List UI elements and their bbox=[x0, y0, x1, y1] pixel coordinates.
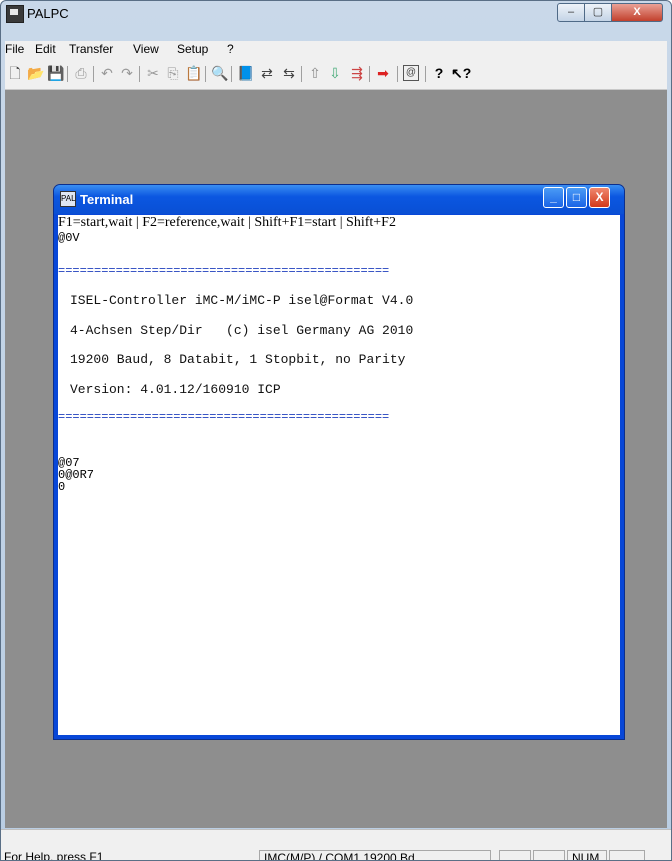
new-icon[interactable]: 🗋 bbox=[7, 65, 23, 81]
minimize-button[interactable]: – bbox=[557, 3, 585, 22]
terminal-close-button[interactable]: X bbox=[589, 187, 610, 208]
menu-view[interactable]: View bbox=[133, 42, 159, 56]
terminal-icon[interactable]: @ bbox=[403, 65, 419, 81]
status-connection: IMC(M/P) / COM1 19200 Bd bbox=[259, 850, 491, 860]
status-panel-empty bbox=[609, 850, 645, 860]
terminal-rule: ========================================… bbox=[58, 410, 390, 424]
terminal-title-bar[interactable]: PAL Terminal _ □ X bbox=[54, 185, 624, 214]
menu-setup[interactable]: Setup bbox=[177, 42, 208, 56]
toolbar: 🗋 📂 💾 ⎙ ↶ ↷ ✂ ⎘ 📋 🔍 📘 ⇄ ⇆ ⇧ ⇩ ⇶ ➡ @ ? ↖? bbox=[5, 59, 667, 90]
main-window: PALPC – ▢ X File Edit Transfer View Setu… bbox=[0, 0, 672, 861]
connect-icon[interactable]: ⇄ bbox=[259, 65, 275, 81]
print-icon[interactable]: ⎙ bbox=[73, 65, 89, 81]
terminal-line: 0 bbox=[58, 480, 66, 494]
send-icon[interactable]: ⇶ bbox=[349, 65, 365, 81]
terminal-window-icon[interactable]: PAL bbox=[60, 191, 76, 207]
status-num-lock: NUM bbox=[567, 850, 607, 860]
toolbar-separator bbox=[205, 66, 206, 82]
toolbar-separator bbox=[139, 66, 140, 82]
menu-edit[interactable]: Edit bbox=[35, 42, 56, 56]
terminal-info-line: ISEL-Controller iMC-M/iMC-P isel@Format … bbox=[70, 293, 414, 308]
help-book-icon[interactable]: 📘 bbox=[237, 65, 254, 81]
close-button[interactable]: X bbox=[611, 3, 663, 22]
transfer-icon[interactable]: ⇆ bbox=[281, 65, 297, 81]
toolbar-separator bbox=[301, 66, 302, 82]
menu-help[interactable]: ? bbox=[227, 42, 234, 56]
download-icon[interactable]: ⇩ bbox=[327, 65, 343, 81]
terminal-window[interactable]: PAL Terminal _ □ X F1=start,wait | F2=re… bbox=[53, 184, 625, 740]
help-icon[interactable]: ? bbox=[431, 65, 447, 81]
toolbar-separator bbox=[369, 66, 370, 82]
arrow-icon[interactable]: ➡ bbox=[375, 65, 391, 81]
toolbar-separator bbox=[67, 66, 68, 82]
terminal-rule: ========================================… bbox=[58, 264, 390, 278]
toolbar-separator bbox=[397, 66, 398, 82]
terminal-info-line: 19200 Baud, 8 Databit, 1 Stopbit, no Par… bbox=[70, 352, 406, 367]
app-title: PALPC bbox=[27, 6, 69, 21]
status-panel-empty bbox=[533, 850, 565, 860]
status-panel-empty bbox=[499, 850, 531, 860]
find-icon[interactable]: 🔍 bbox=[211, 65, 228, 81]
terminal-info-line: Version: 4.01.12/160910 ICP bbox=[70, 382, 281, 397]
paste-icon[interactable]: 📋 bbox=[185, 65, 202, 81]
terminal-line: @0V bbox=[58, 231, 80, 245]
terminal-info-line: 4-Achsen Step/Dir (c) isel Germany AG 20… bbox=[70, 323, 414, 338]
title-bar[interactable]: PALPC – ▢ X bbox=[1, 1, 671, 37]
undo-icon[interactable]: ↶ bbox=[99, 65, 115, 81]
save-icon[interactable]: 💾 bbox=[47, 65, 64, 81]
status-help-text: For Help, press F1 bbox=[4, 850, 104, 861]
toolbar-separator bbox=[93, 66, 94, 82]
open-icon[interactable]: 📂 bbox=[27, 65, 44, 81]
terminal-output[interactable]: F1=start,wait | F2=reference,wait | Shif… bbox=[58, 215, 620, 735]
terminal-title: Terminal bbox=[80, 192, 134, 207]
menu-file[interactable]: File bbox=[5, 42, 24, 56]
toolbar-separator bbox=[425, 66, 426, 82]
cut-icon[interactable]: ✂ bbox=[145, 65, 161, 81]
redo-icon[interactable]: ↷ bbox=[119, 65, 135, 81]
maximize-button[interactable]: ▢ bbox=[584, 3, 612, 22]
status-bar: For Help, press F1 IMC(M/P) / COM1 19200… bbox=[1, 829, 671, 861]
menu-bar: File Edit Transfer View Setup ? bbox=[5, 41, 667, 59]
toolbar-separator bbox=[231, 66, 232, 82]
terminal-maximize-button[interactable]: □ bbox=[566, 187, 587, 208]
terminal-shortcut-header: F1=start,wait | F2=reference,wait | Shif… bbox=[58, 215, 396, 230]
menu-transfer[interactable]: Transfer bbox=[69, 42, 113, 56]
context-help-icon[interactable]: ↖? bbox=[451, 65, 471, 81]
app-icon[interactable] bbox=[6, 5, 24, 23]
terminal-minimize-button[interactable]: _ bbox=[543, 187, 564, 208]
copy-icon[interactable]: ⎘ bbox=[165, 65, 181, 81]
upload-icon[interactable]: ⇧ bbox=[307, 65, 323, 81]
